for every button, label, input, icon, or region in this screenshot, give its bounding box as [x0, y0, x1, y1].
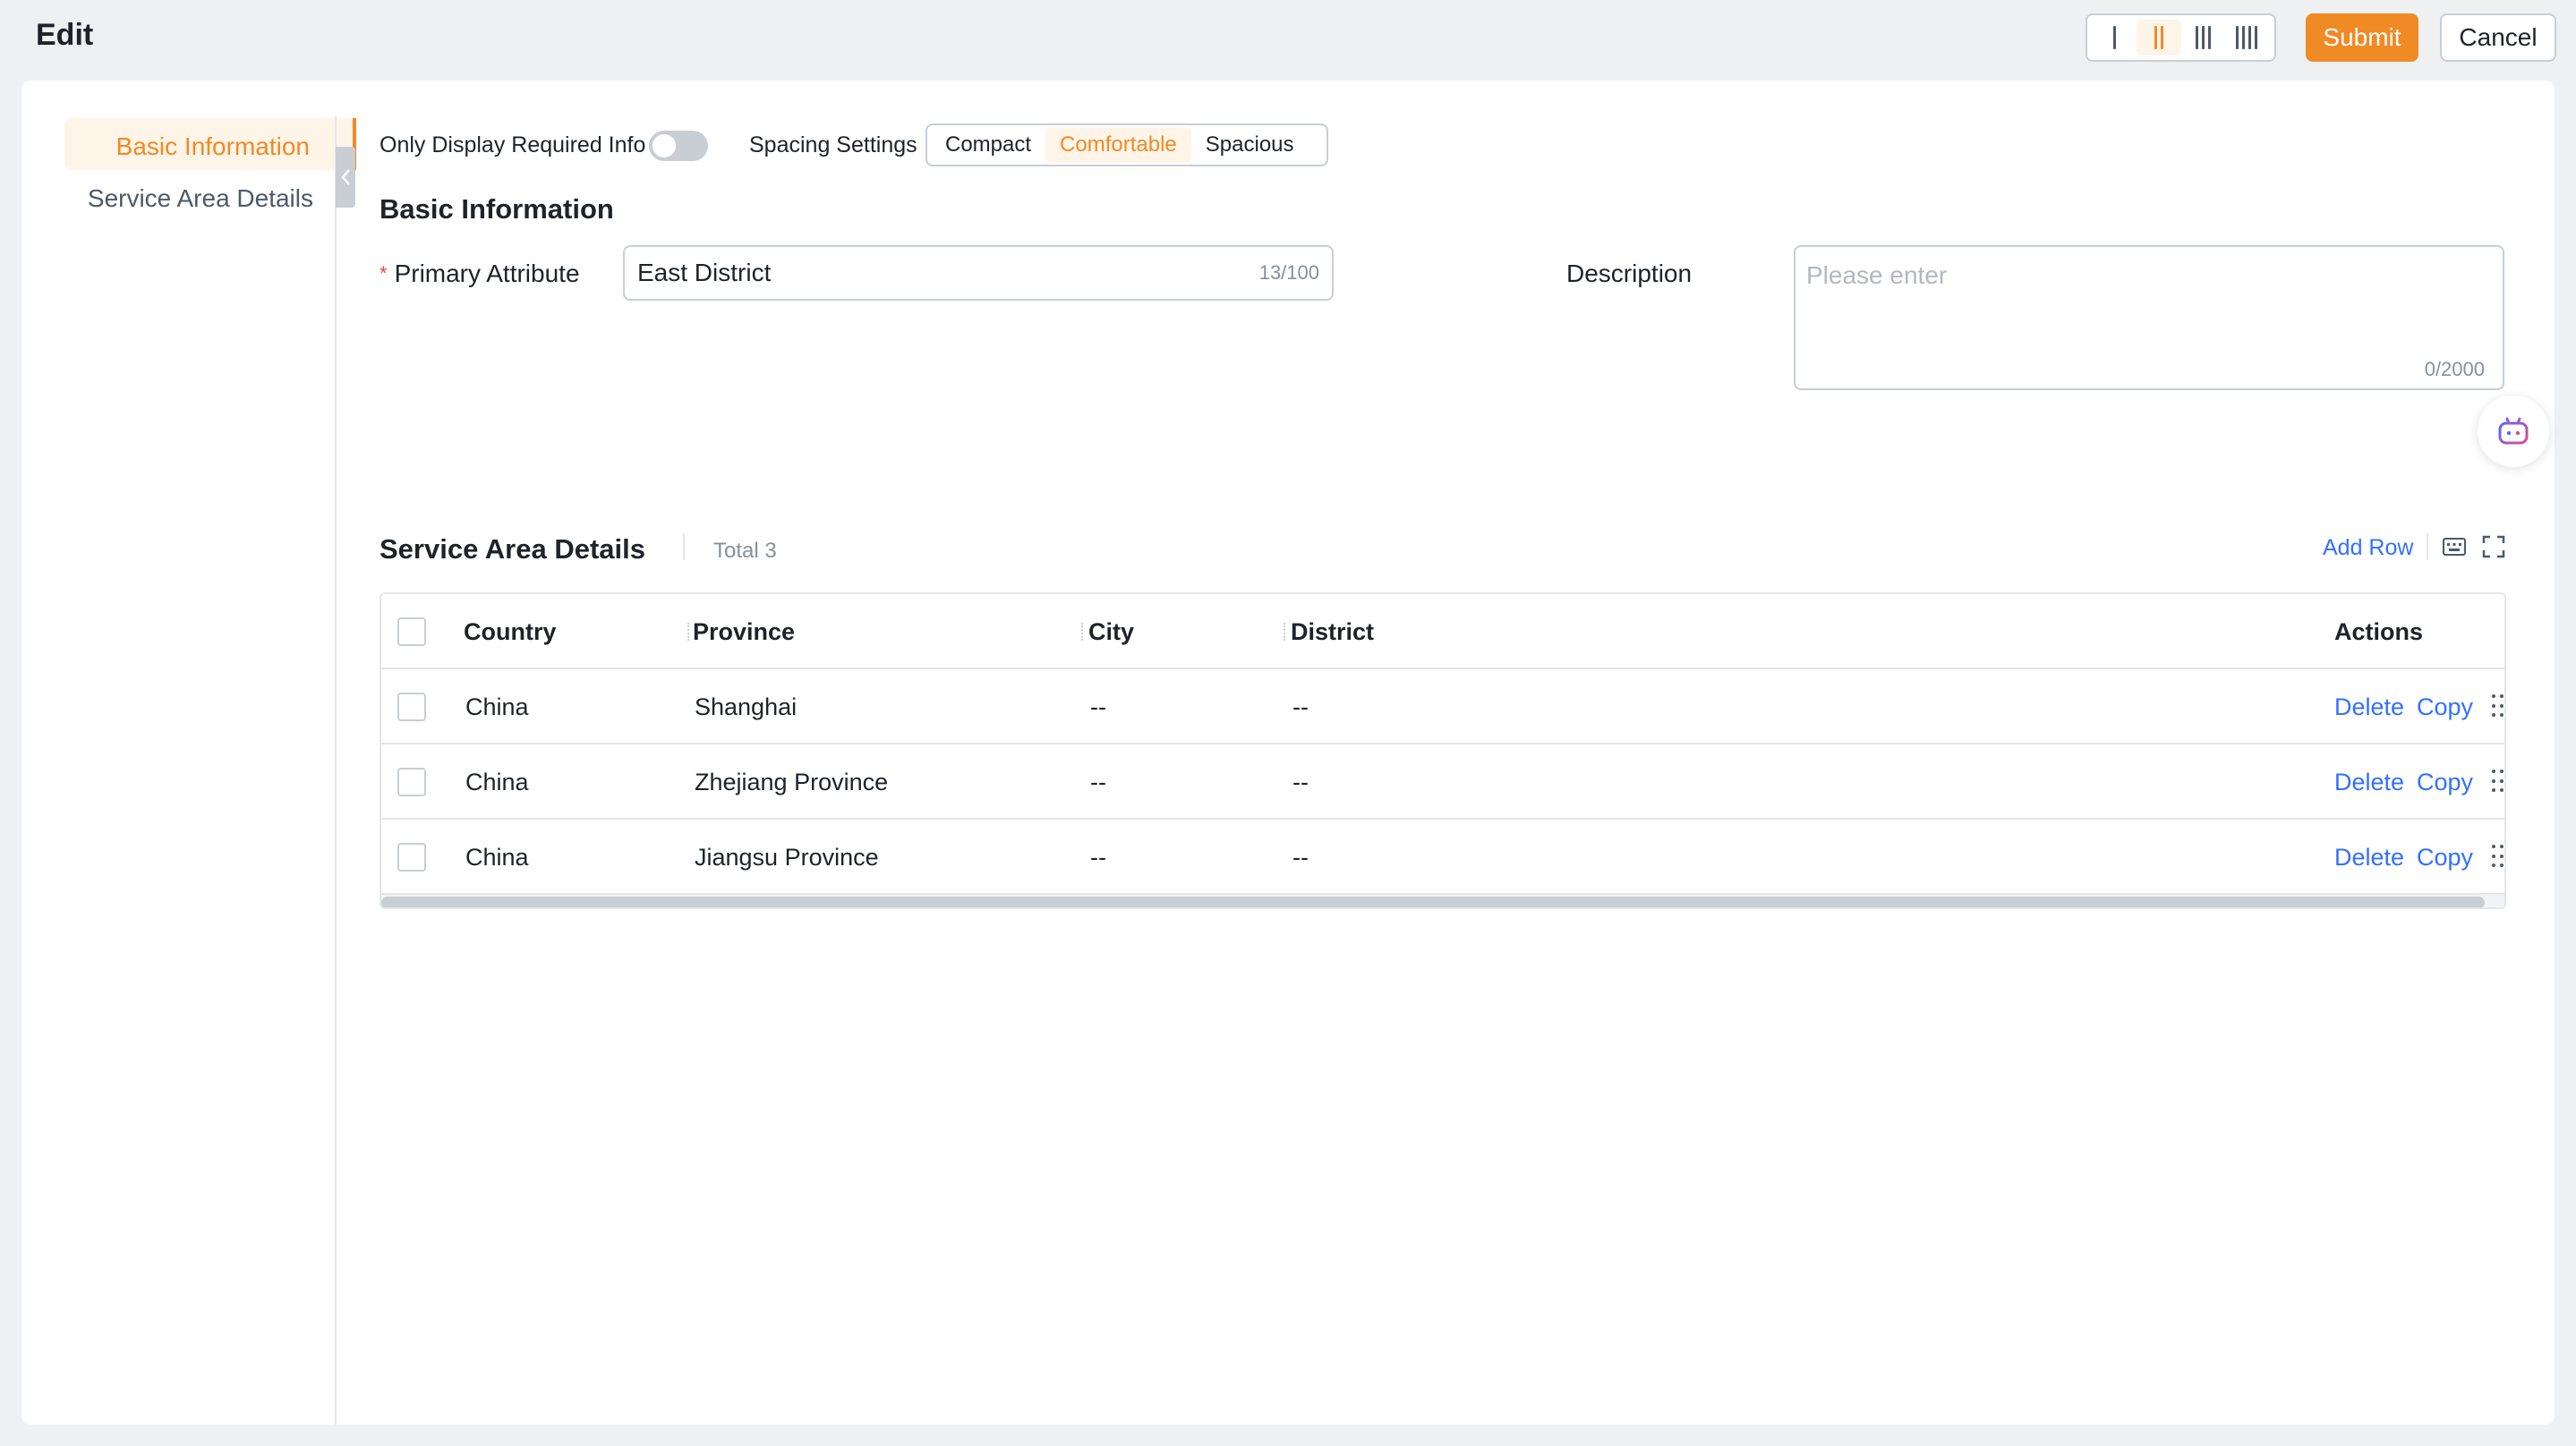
primary-attribute-label: * Primary Attribute [380, 259, 580, 287]
spacing-label: Spacing Settings [749, 132, 917, 157]
column-header-actions: Actions [2334, 617, 2424, 645]
copy-row-link[interactable]: Copy [2417, 820, 2473, 895]
primary-attribute-count: 13/100 [1258, 261, 1319, 284]
cell-city: -- [1090, 843, 1106, 871]
fullscreen-icon[interactable] [2481, 534, 2506, 559]
column-header-city: City [1088, 617, 1135, 645]
spacing-segmented-control: Compact Comfortable Spacious [925, 123, 1328, 166]
spacing-option-spacious[interactable]: Spacious [1191, 127, 1309, 163]
column-header-district: District [1291, 617, 1375, 645]
delete-row-link[interactable]: Delete [2334, 669, 2404, 744]
table-row: China Zhejiang Province -- -- Delete Cop… [381, 744, 2504, 820]
spacing-option-comfortable[interactable]: Comfortable [1045, 127, 1191, 163]
section-title-basic-information: Basic Information [380, 193, 614, 225]
cell-district: -- [1292, 693, 1309, 720]
column-header-province: Province [693, 617, 796, 645]
one-column-icon[interactable] [2093, 20, 2137, 55]
cell-country: China [465, 693, 529, 720]
description-count: 0/2000 [2424, 358, 2485, 380]
add-row-button[interactable]: Add Row [2323, 535, 2413, 561]
required-only-label: Only Display Required Info [380, 132, 646, 157]
section-title-service-area-details: Service Area Details [380, 533, 645, 565]
table-header-row: Country Province City District Actions [381, 594, 2504, 669]
cell-country: China [465, 843, 529, 871]
cell-city: -- [1090, 693, 1106, 720]
description-placeholder: Please enter [1806, 261, 1948, 289]
delete-row-link[interactable]: Delete [2334, 744, 2404, 820]
total-count: Total 3 [713, 539, 777, 563]
cell-province: Zhejiang Province [695, 768, 889, 795]
service-area-table: Country Province City District Actions C… [380, 592, 2506, 909]
robot-icon[interactable] [2478, 396, 2549, 467]
cell-province: Jiangsu Province [695, 843, 879, 871]
description-textarea[interactable]: Please enter 0/2000 [1794, 245, 2504, 390]
horizontal-scrollbar-thumb[interactable] [381, 897, 2485, 907]
select-all-checkbox[interactable] [397, 617, 426, 646]
nav-divider [335, 116, 337, 1425]
spacing-option-compact[interactable]: Compact [931, 127, 1045, 163]
cell-district: -- [1292, 843, 1309, 871]
keyboard-icon[interactable] [2442, 534, 2467, 559]
drag-handle-icon[interactable] [2492, 770, 2504, 795]
form-card: Basic Information Service Area Details O… [21, 81, 2555, 1425]
chevron-left-icon[interactable] [336, 147, 355, 208]
row-checkbox[interactable] [397, 843, 426, 872]
submit-button[interactable]: Submit [2306, 13, 2418, 62]
delete-row-link[interactable]: Delete [2334, 820, 2404, 895]
row-checkbox[interactable] [397, 693, 426, 721]
column-layout-switch [2086, 13, 2276, 62]
cell-district: -- [1292, 768, 1309, 795]
cancel-button[interactable]: Cancel [2440, 13, 2556, 62]
primary-attribute-value: East District [637, 259, 772, 286]
three-column-icon[interactable] [2181, 20, 2225, 55]
drag-handle-icon[interactable] [2492, 694, 2504, 719]
toolbar-divider [2427, 533, 2428, 560]
row-checkbox[interactable] [397, 768, 426, 796]
page-title: Edit [36, 18, 94, 52]
drag-handle-icon[interactable] [2492, 845, 2504, 870]
column-resize-handle[interactable] [1081, 623, 1085, 641]
cell-country: China [465, 768, 529, 795]
primary-attribute-input[interactable]: East District 13/100 [623, 245, 1334, 301]
required-only-toggle[interactable] [649, 131, 708, 161]
column-resize-handle[interactable] [687, 623, 691, 641]
cell-city: -- [1090, 768, 1106, 795]
table-row: China Shanghai -- -- Delete Copy [381, 669, 2504, 744]
cell-province: Shanghai [695, 693, 798, 720]
title-divider [683, 533, 685, 560]
two-column-icon[interactable] [2137, 20, 2181, 55]
table-row: China Jiangsu Province -- -- Delete Copy [381, 820, 2504, 895]
four-column-icon[interactable] [2225, 20, 2269, 55]
anchor-nav: Basic Information Service Area Details [64, 118, 356, 222]
anchor-item-basic-information[interactable]: Basic Information [64, 118, 356, 170]
column-resize-handle[interactable] [1284, 623, 1287, 641]
anchor-item-service-area-details[interactable]: Service Area Details [64, 170, 356, 222]
column-header-country: Country [464, 617, 557, 645]
copy-row-link[interactable]: Copy [2417, 669, 2473, 744]
top-bar: Edit Submit Cancel [0, 0, 2576, 79]
required-asterisk: * [380, 262, 388, 285]
description-label: Description [1566, 259, 1693, 287]
copy-row-link[interactable]: Copy [2417, 744, 2473, 820]
